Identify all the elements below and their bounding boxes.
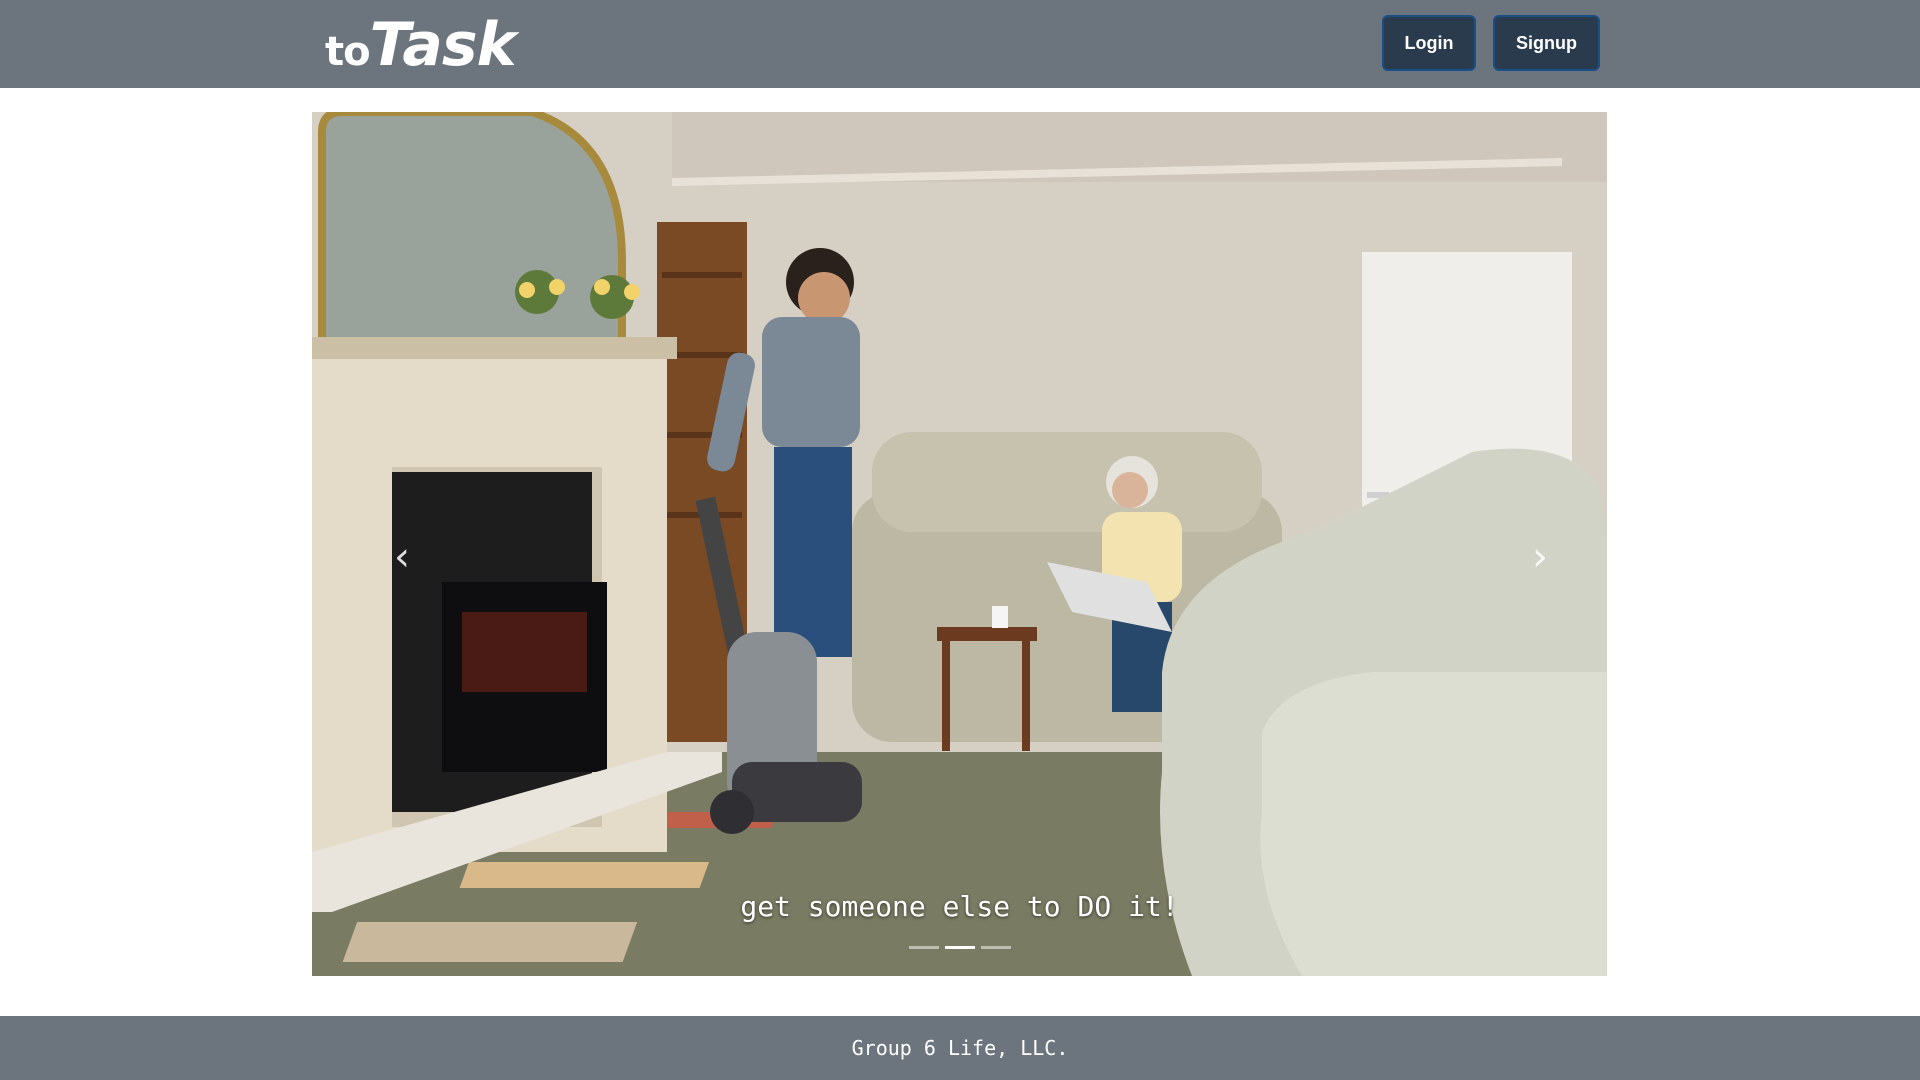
carousel-indicator-2[interactable]	[944, 946, 975, 949]
brand-name: Task	[369, 10, 517, 80]
carousel-prev-button[interactable]: ‹	[372, 512, 432, 602]
navbar: to Task Login Signup	[0, 0, 1920, 88]
carousel-indicator-3[interactable]	[980, 946, 1011, 949]
carousel-slide-image	[312, 112, 1607, 976]
signup-button[interactable]: Signup	[1493, 15, 1600, 71]
carousel-next-button[interactable]: ›	[1510, 512, 1570, 602]
carousel-indicator-1[interactable]	[908, 946, 939, 949]
carousel-caption: get someone else to DO it!	[740, 890, 1179, 923]
footer-text: Group 6 Life, LLC.	[851, 1036, 1069, 1060]
footer: Group 6 Life, LLC.	[0, 1016, 1920, 1080]
carousel-indicators	[312, 946, 1607, 949]
brand-prefix: to	[325, 29, 371, 75]
hero-carousel: ‹ › get someone else to DO it!	[312, 112, 1607, 976]
brand-logo[interactable]: to Task	[325, 10, 517, 80]
login-button[interactable]: Login	[1382, 15, 1476, 71]
